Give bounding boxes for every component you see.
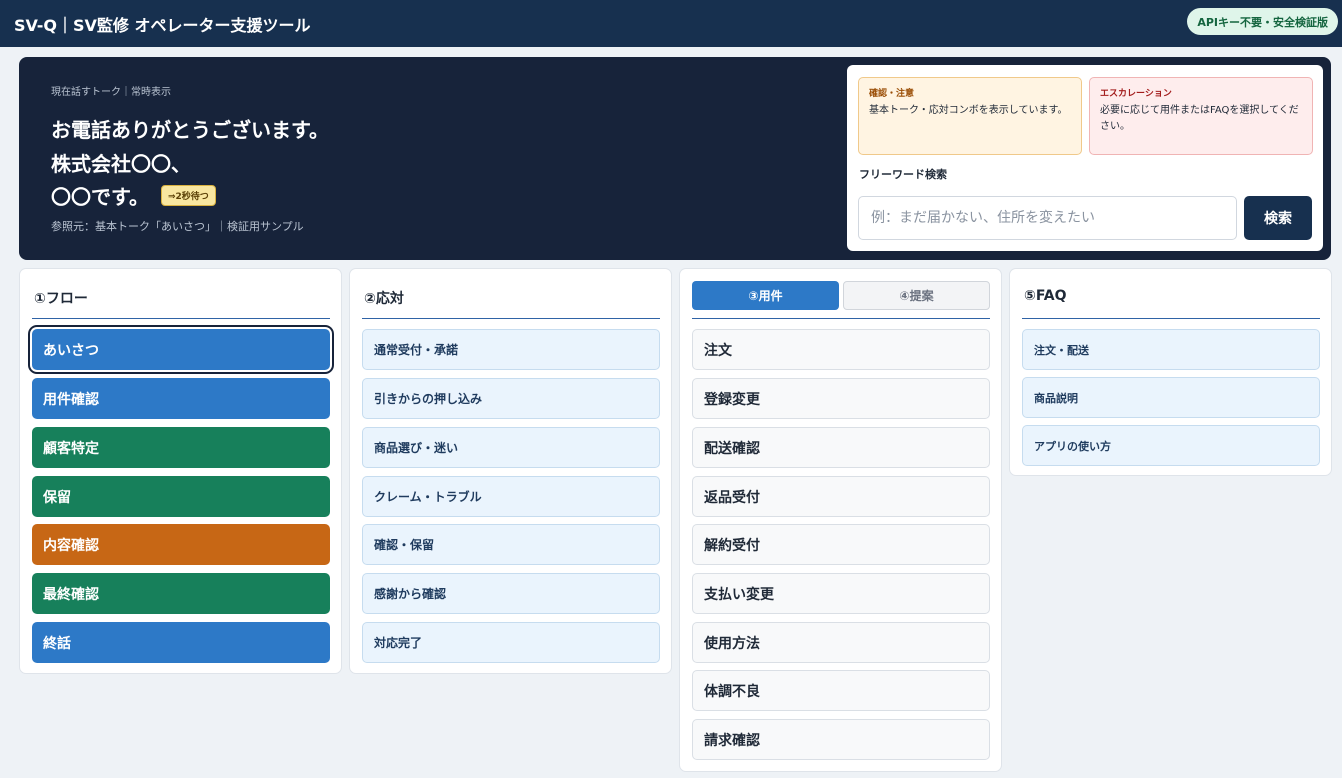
talk-source: 参照元：基本トーク「あいさつ」｜検証用サンプル [51,220,304,233]
search-input[interactable] [858,196,1237,240]
business-item[interactable]: 体調不良 [692,670,990,711]
response-item[interactable]: 引きからの押し込み [362,378,660,419]
response-divider [362,318,660,319]
business-item[interactable]: 使用方法 [692,622,990,663]
api-status-badge: APIキー不要・安全検証版 [1187,8,1338,35]
top-bar: SV-Q｜SV監修 オペレーター支援ツール APIキー不要・安全検証版 [0,0,1342,47]
business-item[interactable]: 請求確認 [692,719,990,760]
tab-proposal[interactable]: ④提案 [843,281,990,310]
talk-line-3: 〇〇です。 [51,185,149,209]
flow-column: ①フロー あいさつ 用件確認 顧客特定 保留 内容確認 最終確認 終話 [19,268,342,674]
flow-title: ①フロー [34,291,88,307]
response-item[interactable]: 対応完了 [362,622,660,663]
caution-notice: 確認・注意 基本トーク・応対コンボを表示しています。 [858,77,1082,155]
app-title: SV-Q｜SV監修 オペレーター支援ツール [14,15,311,35]
business-divider [692,318,990,319]
faq-column: ⑤FAQ 注文・配送 商品説明 アプリの使い方 [1009,268,1332,476]
response-item[interactable]: 確認・保留 [362,524,660,565]
talk-line-2: 株式会社〇〇、 [51,152,191,176]
business-item[interactable]: 登録変更 [692,378,990,419]
faq-item[interactable]: 注文・配送 [1022,329,1320,370]
faq-title: ⑤FAQ [1024,288,1067,304]
business-item[interactable]: 配送確認 [692,427,990,468]
response-column: ②応対 通常受付・承諾 引きからの押し込み 商品選び・迷い クレーム・トラブル … [349,268,672,674]
search-panel: 確認・注意 基本トーク・応対コンボを表示しています。 エスカレーション 必要に応… [847,65,1323,251]
search-button[interactable]: 検索 [1244,196,1312,240]
caution-body: 基本トーク・応対コンボを表示しています。 [869,105,1068,116]
flow-item-final-check[interactable]: 最終確認 [32,573,330,614]
escalation-body: 必要に応じて用件またはFAQを選択してください。 [1100,105,1299,132]
current-talk-panel: 現在話すトーク｜常時表示 お電話ありがとうございます。 株式会社〇〇、 〇〇です… [19,57,1331,260]
flow-divider [32,318,330,319]
business-item[interactable]: 返品受付 [692,476,990,517]
response-item[interactable]: 商品選び・迷い [362,427,660,468]
business-item[interactable]: 注文 [692,329,990,370]
escalation-notice: エスカレーション 必要に応じて用件またはFAQを選択してください。 [1089,77,1313,155]
faq-item[interactable]: アプリの使い方 [1022,425,1320,466]
wait-badge: ⇒2秒待つ [161,185,216,206]
faq-divider [1022,318,1320,319]
talk-line-3-wrap: 〇〇です。 ⇒2秒待つ [51,181,216,210]
business-item[interactable]: 解約受付 [692,524,990,565]
business-column: ③用件 ④提案 注文 登録変更 配送確認 返品受付 解約受付 支払い変更 使用方… [679,268,1002,772]
response-title: ②応対 [364,291,404,307]
business-item[interactable]: 支払い変更 [692,573,990,614]
escalation-title: エスカレーション [1100,89,1172,99]
faq-item[interactable]: 商品説明 [1022,377,1320,418]
flow-item-end-call[interactable]: 終話 [32,622,330,663]
tab-business[interactable]: ③用件 [692,281,839,310]
caution-title: 確認・注意 [869,89,915,99]
response-item[interactable]: クレーム・トラブル [362,476,660,517]
search-label: フリーワード検索 [859,168,947,181]
current-talk-label: 現在話すトーク｜常時表示 [51,87,171,98]
response-item[interactable]: 通常受付・承諾 [362,329,660,370]
flow-item-customer-identify[interactable]: 顧客特定 [32,427,330,468]
flow-item-inquiry-check[interactable]: 用件確認 [32,378,330,419]
flow-item-greeting[interactable]: あいさつ [32,329,330,370]
flow-item-content-check[interactable]: 内容確認 [32,524,330,565]
response-item[interactable]: 感謝から確認 [362,573,660,614]
flow-item-hold[interactable]: 保留 [32,476,330,517]
talk-line-1: お電話ありがとうございます。 [51,118,329,142]
